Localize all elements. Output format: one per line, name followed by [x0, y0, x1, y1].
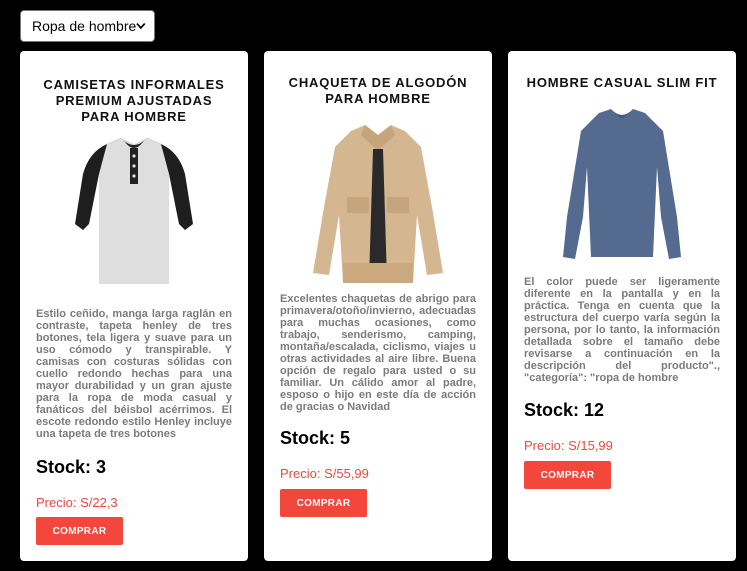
buy-button[interactable]: COMPRAR [524, 461, 611, 489]
product-stock: Stock: 12 [524, 400, 605, 420]
product-description: El color puede ser ligeramente diferente… [524, 276, 720, 384]
category-select-value: Ropa de hombre [32, 18, 137, 34]
product-image-slim-fit-shirt [563, 109, 681, 259]
product-stock: Stock: 5 [280, 428, 351, 448]
product-description: Excelentes chaquetas de abrigo para prim… [280, 293, 476, 413]
buy-button[interactable]: COMPRAR [280, 489, 367, 517]
product-image-cotton-jacket [313, 125, 443, 283]
product-stock: Stock: 3 [36, 457, 107, 477]
product-card: HOMBRE CASUAL SLIM FIT El color puede se… [508, 51, 736, 561]
product-price: Precio: S/55,99 [280, 466, 369, 481]
product-title: CHAQUETA DE ALGODÓN PARA HOMBRE [288, 75, 468, 106]
product-image-raglan-shirt [75, 138, 193, 284]
category-select[interactable]: Ropa de hombre [20, 10, 155, 42]
product-description: Estilo ceñido, manga larga raglán en con… [36, 308, 232, 440]
buy-button[interactable]: COMPRAR [36, 517, 123, 545]
product-price: Precio: S/22,3 [36, 495, 118, 510]
product-card: CAMISETAS INFORMALES PREMIUM AJUSTADAS P… [20, 51, 248, 561]
product-card: CHAQUETA DE ALGODÓN PARA HOMBRE Excelent… [264, 51, 492, 561]
product-title: HOMBRE CASUAL SLIM FIT [526, 75, 718, 90]
product-title: CAMISETAS INFORMALES PREMIUM AJUSTADAS P… [43, 77, 225, 124]
chevron-down-icon [136, 22, 146, 30]
product-price: Precio: S/15,99 [524, 438, 613, 453]
